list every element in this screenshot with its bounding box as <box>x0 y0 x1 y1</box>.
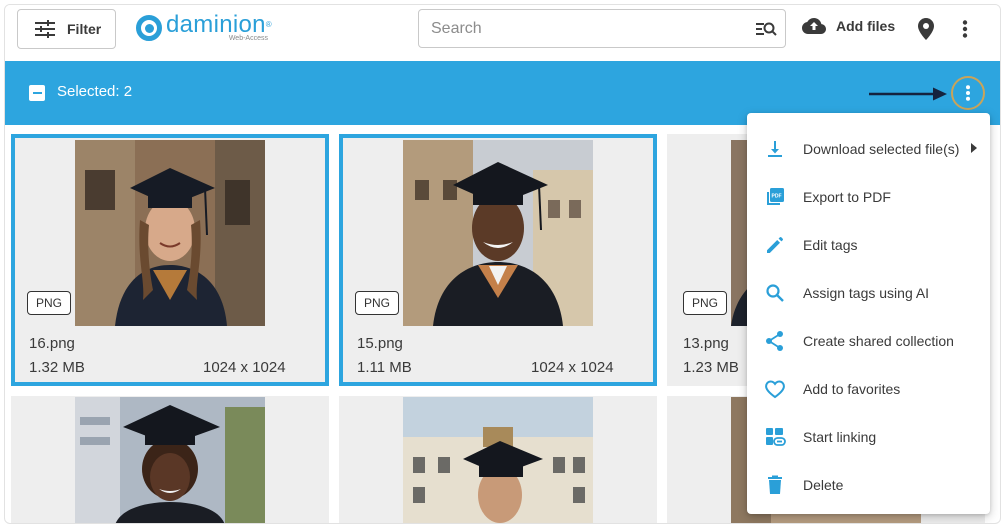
more-vertical-icon[interactable] <box>962 20 968 38</box>
pencil-icon <box>767 237 783 253</box>
file-card[interactable]: PNG 15.png 1.11 MB 1024 x 1024 <box>339 134 657 386</box>
selection-context-menu: Download selected file(s) PDF Export to … <box>747 113 990 514</box>
file-type-badge: PNG <box>683 291 727 315</box>
file-card[interactable]: PNG 16.png 1.32 MB 1024 x 1024 <box>11 134 329 386</box>
file-name: 16.png <box>29 335 75 352</box>
menu-item-assign-tags-ai[interactable]: Assign tags using AI <box>747 269 990 317</box>
file-size: 1.32 MB <box>29 359 85 376</box>
file-card[interactable] <box>11 396 329 523</box>
search-list-icon[interactable] <box>755 18 777 40</box>
download-icon <box>768 141 782 157</box>
search-icon <box>766 284 784 302</box>
cloud-upload-icon <box>802 18 826 34</box>
menu-item-export-pdf[interactable]: PDF Export to PDF <box>747 173 990 221</box>
menu-item-delete[interactable]: Delete <box>747 461 990 509</box>
file-type-badge: PNG <box>355 291 399 315</box>
logo-subtitle: Web-Access <box>228 35 268 42</box>
trash-icon <box>768 475 782 494</box>
menu-item-label: Edit tags <box>803 237 858 253</box>
logo-mark-icon <box>136 15 162 41</box>
daminion-logo: daminion® Web-Access <box>136 11 272 42</box>
pdf-icon: PDF <box>767 188 784 205</box>
file-size: 1.23 MB <box>683 359 739 376</box>
top-bar: Filter daminion® Web-Access Search Add f… <box>5 5 1000 61</box>
thumbnail-graduate-man <box>403 397 593 523</box>
file-name: 13.png <box>683 335 729 352</box>
file-size: 1.11 MB <box>357 359 412 376</box>
sliders-icon <box>35 20 55 38</box>
logo-registered: ® <box>265 20 272 29</box>
menu-item-label: Download selected file(s) <box>803 141 960 157</box>
selected-count: Selected: 2 <box>57 83 133 100</box>
menu-item-label: Export to PDF <box>803 189 891 205</box>
selection-more-button[interactable] <box>951 76 985 110</box>
menu-item-label: Start linking <box>803 429 877 445</box>
add-files-label: Add files <box>836 18 896 34</box>
menu-item-download[interactable]: Download selected file(s) <box>747 125 990 173</box>
menu-item-label: Create shared collection <box>803 333 954 349</box>
thumbnail-graduate-man <box>403 140 593 326</box>
menu-item-shared-collection[interactable]: Create shared collection <box>747 317 990 365</box>
filter-button[interactable]: Filter <box>17 9 116 49</box>
file-name: 15.png <box>357 335 403 352</box>
arrow-right-icon <box>869 87 947 101</box>
file-type-badge: PNG <box>27 291 71 315</box>
menu-item-add-favorites[interactable]: Add to favorites <box>747 365 990 413</box>
add-files-button[interactable]: Add files <box>802 17 895 35</box>
more-vertical-icon <box>966 85 970 101</box>
search-box[interactable] <box>418 9 786 48</box>
filter-label: Filter <box>67 21 102 37</box>
menu-item-start-linking[interactable]: Start linking <box>747 413 990 461</box>
map-pin-icon[interactable] <box>918 18 934 40</box>
app-window: Filter daminion® Web-Access Search Add f… <box>4 4 1001 524</box>
thumbnail-graduate-woman <box>75 140 265 326</box>
menu-item-edit-tags[interactable]: Edit tags <box>747 221 990 269</box>
logo-name: daminion <box>166 11 266 38</box>
svg-text:PDF: PDF <box>772 194 782 200</box>
deselect-checkbox[interactable] <box>29 85 45 101</box>
heart-icon <box>765 380 785 399</box>
menu-item-label: Assign tags using AI <box>803 285 930 301</box>
menu-item-label: Delete <box>803 477 844 493</box>
share-icon <box>766 331 783 351</box>
menu-item-label: Add to favorites <box>803 381 901 397</box>
thumbnail-graduate-man <box>75 397 265 523</box>
link-icon <box>766 428 786 446</box>
caret-right-icon <box>971 143 977 153</box>
search-input[interactable] <box>431 19 731 38</box>
file-card[interactable] <box>339 396 657 523</box>
file-dimensions: 1024 x 1024 <box>203 359 286 376</box>
file-dimensions: 1024 x 1024 <box>531 359 614 376</box>
